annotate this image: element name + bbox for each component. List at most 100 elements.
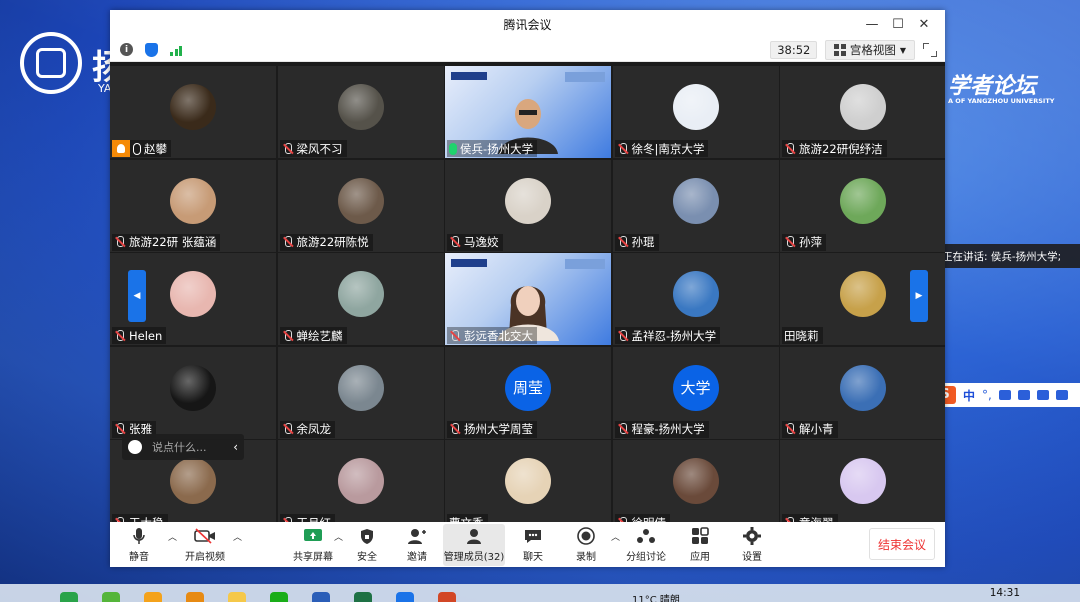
voice-icon[interactable] xyxy=(998,390,1011,400)
close-icon[interactable]: ✕ xyxy=(911,14,937,34)
participant-name-tag: Helen xyxy=(112,327,167,344)
security-label: 安全 xyxy=(357,552,378,563)
participant-tile[interactable]: 王月红 xyxy=(277,440,444,522)
mic-muted-icon xyxy=(282,236,294,248)
participant-tile[interactable]: 徐明倩 xyxy=(612,440,779,522)
invite-button[interactable]: 邀请 xyxy=(391,524,443,566)
participant-tile[interactable]: 孟祥忍-扬州大学 xyxy=(612,253,779,345)
participant-tile[interactable]: 周莹 扬州大学周莹 xyxy=(445,346,611,439)
participant-tile[interactable]: 大学 程豪-扬州大学 xyxy=(612,346,779,439)
avatar xyxy=(337,364,384,411)
word-icon[interactable] xyxy=(312,592,330,602)
security-button[interactable]: 安全 xyxy=(343,524,391,566)
participant-tile[interactable]: 徐冬|南京大学 xyxy=(612,66,779,158)
share-options-caret[interactable]: ︿ xyxy=(334,530,343,543)
punctuation-icon[interactable]: °, xyxy=(982,388,992,402)
weather-widget[interactable]: 11°C 晴朗 xyxy=(632,591,680,602)
ime-toolbar[interactable]: S 中 °, xyxy=(930,383,1080,407)
camera-off-icon xyxy=(194,526,216,546)
participant-tile[interactable]: 赵攀 xyxy=(110,66,276,158)
speaking-label: 正在讲话: 侯兵-扬州大学; xyxy=(942,250,1062,263)
participant-name: 扬州大学周莹 xyxy=(464,422,533,436)
avatar xyxy=(170,458,216,504)
mute-button[interactable]: 静音 xyxy=(110,524,168,566)
mic-muted-icon xyxy=(784,236,796,248)
participant-tile[interactable]: 旅游22研陈悦 xyxy=(277,159,444,252)
avatar xyxy=(840,84,886,130)
participant-tile[interactable]: 余凤龙 xyxy=(277,346,444,439)
powerpoint-icon[interactable] xyxy=(438,592,456,602)
tencent-meeting-icon[interactable] xyxy=(396,592,414,602)
participant-tile[interactable]: 侯兵-扬州大学 xyxy=(445,66,611,158)
participant-tile[interactable]: 章海翠 xyxy=(780,440,945,522)
participant-tile[interactable]: 梁风不习 xyxy=(277,66,444,158)
participant-name-tag: 孙萍 xyxy=(782,233,826,251)
settings-label: 设置 xyxy=(742,552,763,563)
participant-name: 孙琨 xyxy=(631,235,655,249)
chevron-left-icon[interactable]: ‹ xyxy=(233,440,238,454)
participant-name-tag: 孟祥忍-扬州大学 xyxy=(614,327,721,344)
shield-icon xyxy=(360,526,374,546)
manage-members-button[interactable]: 管理成员(32) xyxy=(443,523,506,566)
shield-icon[interactable] xyxy=(145,42,158,57)
info-icon[interactable]: i xyxy=(120,43,133,56)
chat-icon xyxy=(524,526,542,546)
folder-app-icon[interactable] xyxy=(144,592,162,602)
participant-name-tag: 蝉绘艺麟 xyxy=(279,327,347,344)
next-page-button[interactable]: ▶ xyxy=(910,270,928,322)
participant-tile[interactable]: 旅游22研 张蕴涵 xyxy=(110,159,276,252)
participant-tile[interactable]: 解小青 xyxy=(780,346,945,439)
avatar xyxy=(840,458,886,504)
edge-icon[interactable] xyxy=(60,592,78,602)
participant-tile[interactable]: 马逸姣 xyxy=(445,159,611,252)
fullscreen-icon[interactable] xyxy=(923,43,937,57)
participant-tile[interactable]: 彭远香北交大 xyxy=(445,253,611,345)
participant-tile[interactable]: 旅游22研倪纾洁 xyxy=(780,66,945,158)
toolbox-icon[interactable] xyxy=(1055,390,1068,400)
video-grid-area: 赵攀 梁风不习 侯兵-扬州大学 徐冬|南京大学 旅游22研倪纾洁旅游22研 张蕴涵 旅游2… xyxy=(110,62,945,522)
browser-icon[interactable] xyxy=(102,592,120,602)
emoji-icon[interactable] xyxy=(128,440,142,454)
mic-muted-icon xyxy=(282,329,294,342)
minimize-icon[interactable]: — xyxy=(859,14,885,34)
media-icon[interactable] xyxy=(186,592,204,602)
share-screen-button[interactable]: 共享屏幕 xyxy=(292,524,334,566)
end-meeting-button[interactable]: 结束会议 xyxy=(869,528,935,560)
breakout-rooms-button[interactable]: 分组讨论 xyxy=(620,524,672,566)
maximize-icon[interactable]: ☐ xyxy=(885,14,911,34)
record-options-caret[interactable]: ︿ xyxy=(611,530,620,543)
quick-chat-input[interactable]: 说点什么... ‹ xyxy=(122,434,244,460)
apps-button[interactable]: 应用 xyxy=(672,524,728,566)
participant-tile[interactable]: 张雅 xyxy=(110,346,276,439)
excel-icon[interactable] xyxy=(354,592,372,602)
record-label: 录制 xyxy=(576,552,597,563)
chat-button[interactable]: 聊天 xyxy=(505,524,561,566)
participant-name: 解小青 xyxy=(799,422,834,436)
participant-name-tag: 旅游22研倪纾洁 xyxy=(782,140,887,157)
meeting-timer: 38:52 xyxy=(770,41,818,59)
prev-page-button[interactable]: ◀ xyxy=(128,270,146,322)
grid-icon xyxy=(834,44,846,56)
video-options-caret[interactable]: ︿ xyxy=(233,530,242,543)
avatar: 大学 xyxy=(672,364,719,411)
university-logo xyxy=(20,32,82,94)
file-explorer-icon[interactable] xyxy=(228,592,246,602)
participant-tile[interactable]: 孙萍 xyxy=(780,159,945,252)
avatar xyxy=(170,177,216,224)
mute-options-caret[interactable]: ︿ xyxy=(168,530,177,543)
wechat-icon[interactable] xyxy=(270,592,288,602)
ime-language[interactable]: 中 xyxy=(963,387,975,404)
avatar xyxy=(170,364,216,411)
participant-tile[interactable]: 曹文秀 xyxy=(445,440,611,522)
start-video-button[interactable]: 开启视频 xyxy=(177,524,233,566)
signal-icon[interactable] xyxy=(170,44,182,56)
record-button[interactable]: 录制 xyxy=(561,524,611,566)
participant-tile[interactable]: 孙琨 xyxy=(612,159,779,252)
taskbar-clock[interactable]: 14:31 xyxy=(990,587,1020,599)
view-mode-button[interactable]: 宫格视图 ▼ xyxy=(825,40,915,60)
apps-label: 应用 xyxy=(690,552,711,563)
participant-tile[interactable]: 蝉绘艺麟 xyxy=(277,253,444,345)
keyboard-icon[interactable] xyxy=(1017,390,1030,400)
settings-button[interactable]: 设置 xyxy=(728,524,776,566)
skin-icon[interactable] xyxy=(1036,390,1049,400)
